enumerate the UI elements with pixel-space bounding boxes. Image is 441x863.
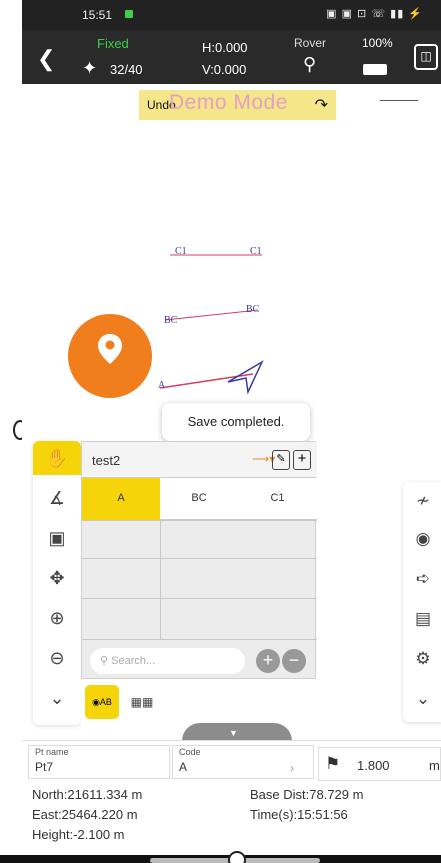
data-grid (82, 520, 317, 640)
solution-status: Fixed (97, 36, 129, 51)
antenna-height-field[interactable]: ⚑ 1.800 m (318, 747, 441, 781)
left-toolbar: ✋ ∡ ▣ ✥ ⊕ ⊖ ⌄ (33, 441, 81, 725)
app-screen: 15:51 ▣ ▣ ⊡ ☏ ▮▮ ⚡ ❮ Fixed ✦ 32/40 H:0.0… (0, 0, 441, 863)
grid-line (82, 598, 317, 599)
tab-bc[interactable]: BC (160, 478, 238, 520)
route-icon[interactable]: ≁ (403, 482, 441, 520)
right-toolbar: ≁ ◉ ➪ ▤ ⚙ ⌄ (403, 482, 441, 722)
search-input[interactable]: ⚲ Search... (90, 648, 245, 674)
panel-header: test2 ⟶▾ ✎ + (82, 442, 317, 478)
chevron-right-icon: › (290, 761, 294, 775)
antenna-height: 1.800 (357, 758, 390, 773)
list-icon[interactable]: ▤ (403, 600, 441, 638)
measure-icon[interactable]: ∡ (33, 481, 81, 515)
scale-bar (380, 97, 418, 101)
stake-location-button[interactable] (68, 314, 152, 398)
satellite-count: 32/40 (110, 62, 143, 77)
satellite-icon: ✦ (82, 58, 98, 78)
add-point-button[interactable]: + (256, 649, 280, 673)
zoom-out-icon[interactable]: ⊖ (33, 641, 81, 675)
bottom-handle (228, 851, 246, 863)
demo-mode-banner: Undo Demo Mode ↷ (139, 90, 336, 120)
grid-col-line (160, 520, 161, 640)
settings-icon[interactable]: ⚙ (403, 640, 441, 678)
survey-pole-icon[interactable]: ➪ (403, 560, 441, 598)
pt-name-label: Pt name (35, 747, 69, 757)
save-toast: Save completed. (162, 403, 310, 441)
gps-status-bar: ❮ Fixed ✦ 32/40 H:0.000 V:0.000 Rover ⚲ … (22, 30, 441, 84)
point-list-panel: test2 ⟶▾ ✎ + A BC C1 ⚲ Search... + − (81, 441, 317, 680)
code-label: Code (179, 747, 201, 757)
view-toggle: ◉AB ▦▦ (81, 679, 161, 725)
redo-icon[interactable]: ↷ (315, 95, 328, 115)
base-dist-value: Base Dist:78.729 m (250, 787, 364, 802)
chevron-down-icon: ▼ (229, 728, 238, 738)
tab-c1[interactable]: C1 (238, 478, 317, 520)
search-placeholder: Search... (111, 655, 156, 667)
east-value: East:25464.220 m (32, 807, 138, 822)
grid-line (82, 558, 317, 559)
battery-percent: 100% (362, 36, 393, 50)
remove-point-button[interactable]: − (282, 649, 306, 673)
mode-label: Rover (294, 36, 327, 50)
more-down-icon[interactable]: ⌄ (403, 680, 441, 718)
drawer-handle[interactable]: ▼ (182, 723, 292, 741)
grid-view-icon[interactable]: ▦▦ (125, 685, 159, 719)
antenna-icon: ⚑ (325, 754, 341, 773)
status-bar: 15:51 ▣ ▣ ⊡ ☏ ▮▮ ⚡ (22, 0, 441, 30)
pt-name-value: Pt7 (35, 760, 54, 774)
add-icon[interactable]: + (293, 450, 311, 470)
time-value: Time(s):15:51:56 (250, 807, 348, 822)
file-name[interactable]: test2 (92, 453, 120, 468)
layers-icon[interactable]: ◉ (403, 520, 441, 558)
fit-extent-icon[interactable]: ✥ (33, 561, 81, 595)
code-value: A (179, 760, 188, 774)
focus-icon[interactable]: ▣ (33, 521, 81, 555)
hand-icon[interactable]: ✋ (33, 441, 81, 475)
zoom-in-icon[interactable]: ⊕ (33, 601, 81, 635)
location-pin-icon: ⚲ (303, 54, 317, 74)
demo-mode-text: Demo Mode (169, 91, 288, 114)
location-pin-icon (98, 334, 122, 364)
height-value: Height:-2.100 m (32, 827, 125, 842)
status-indicator-icon (125, 10, 133, 18)
back-button[interactable]: ❮ (37, 46, 55, 72)
tab-a[interactable]: A (82, 478, 160, 520)
north-value: North:21611.334 m (32, 787, 143, 802)
h-precision: H:0.000 (202, 40, 248, 55)
status-time: 15:51 (82, 8, 113, 22)
antenna-unit: m (429, 758, 440, 773)
grid-line (82, 520, 317, 521)
status-icons: ▣ ▣ ⊡ ☏ ▮▮ ⚡ (326, 8, 423, 20)
search-row: ⚲ Search... + − (82, 640, 317, 680)
edit-icon[interactable]: ✎ (272, 450, 290, 470)
column-tabs: A BC C1 (82, 478, 317, 520)
info-panel: Pt name Pt7 Code A › ⚑ 1.800 m North:216… (22, 740, 441, 863)
pt-name-field[interactable]: Pt name Pt7 (28, 745, 170, 779)
v-precision: V:0.000 (202, 62, 247, 77)
more-down-icon[interactable]: ⌄ (33, 681, 81, 715)
device-icon[interactable]: ◫ (414, 44, 438, 70)
battery-icon (363, 64, 387, 75)
code-view-icon[interactable]: ◉AB (85, 685, 119, 719)
